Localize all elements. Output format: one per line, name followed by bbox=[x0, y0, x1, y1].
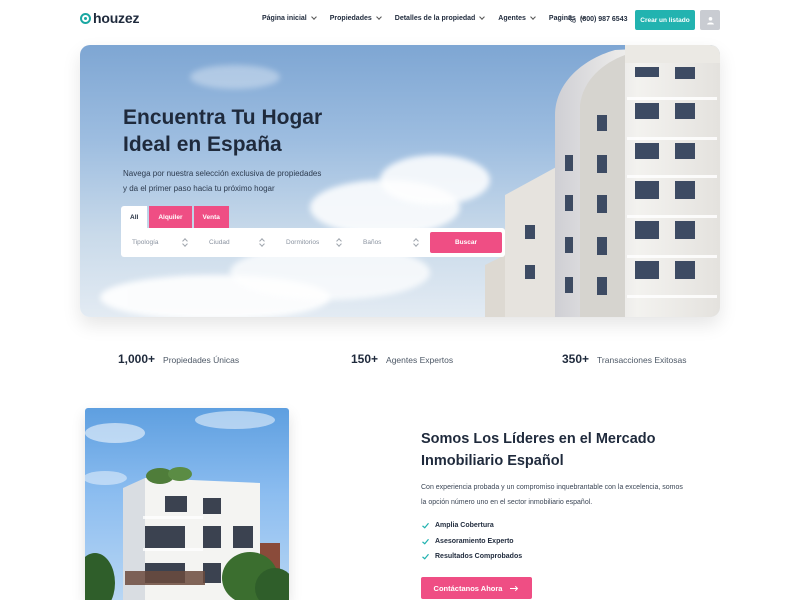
stat-properties: 1,000+ Propiedades Únicas bbox=[118, 352, 239, 366]
select-arrows-icon bbox=[337, 239, 342, 246]
about-description-line: Con experiencia probada y un compromiso … bbox=[421, 484, 683, 491]
hero-subtitle: Navega por nuestra selección exclusiva d… bbox=[123, 166, 343, 196]
arrow-right-icon bbox=[510, 585, 519, 591]
nav-label: Página inicial bbox=[262, 15, 307, 22]
select-arrows-icon bbox=[260, 239, 265, 246]
about-description-line: la opción número uno en el sector inmobi… bbox=[421, 499, 593, 506]
select-arrows-icon bbox=[414, 239, 419, 246]
nav-item-detalles[interactable]: Detalles de la propiedad bbox=[394, 14, 486, 22]
logo-mark-icon bbox=[80, 12, 91, 24]
stat-label: Propiedades Únicas bbox=[163, 355, 240, 365]
about-title-line: Inmobiliario Español bbox=[421, 453, 564, 469]
stat-label: Agentes Expertos bbox=[386, 355, 454, 365]
about-description: Con experiencia probada y un compromiso … bbox=[421, 480, 721, 510]
stat-value: 150+ bbox=[351, 352, 379, 366]
feature-item: Resultados Comprobados bbox=[421, 549, 522, 565]
hero-building-image bbox=[485, 45, 720, 317]
user-icon bbox=[706, 16, 714, 24]
nav-label: Propiedades bbox=[329, 15, 372, 22]
check-icon bbox=[422, 554, 429, 560]
search-bar: Tipología Ciudad Dormitorios Baños Busca… bbox=[121, 228, 505, 257]
hero-subtitle-line: y da el primer paso hacia tu próximo hog… bbox=[123, 184, 275, 193]
chevron-down-icon bbox=[375, 14, 382, 20]
phone-icon bbox=[568, 15, 576, 23]
tab-alquiler[interactable]: Alquiler bbox=[149, 206, 192, 228]
about-title-line: Somos Los Líderes en el Mercado bbox=[421, 431, 656, 447]
feature-list: Amplia Cobertura Asesoramiento Experto R… bbox=[421, 518, 522, 565]
contact-button[interactable]: Contáctanos Ahora bbox=[421, 577, 532, 599]
main-nav: Página inicial Propiedades Detalles de l… bbox=[262, 14, 599, 22]
stat-transactions: 350+ Transacciones Exitosas bbox=[562, 352, 686, 366]
hero-banner: Encuentra Tu Hogar Ideal en España Naveg… bbox=[80, 45, 720, 317]
field-placeholder: Baños bbox=[363, 239, 382, 246]
phone-number: (800) 987 6543 bbox=[580, 15, 628, 23]
chevron-down-icon bbox=[479, 14, 486, 20]
stat-agents: 150+ Agentes Expertos bbox=[351, 352, 453, 366]
about-title: Somos Los Líderes en el Mercado Inmobili… bbox=[421, 428, 701, 472]
field-placeholder: Dormitorios bbox=[286, 239, 320, 246]
about-building-image bbox=[85, 408, 289, 600]
feature-item: Asesoramiento Experto bbox=[421, 534, 522, 550]
user-button[interactable] bbox=[700, 10, 720, 30]
feature-label: Asesoramiento Experto bbox=[435, 537, 514, 545]
stat-label: Transacciones Exitosas bbox=[597, 355, 687, 365]
dormitorios-select[interactable]: Dormitorios bbox=[275, 228, 352, 257]
check-icon bbox=[422, 523, 429, 529]
field-placeholder: Ciudad bbox=[209, 239, 230, 246]
check-icon bbox=[422, 538, 429, 545]
contact-button-label: Contáctanos Ahora bbox=[433, 583, 503, 593]
stat-value: 1,000+ bbox=[118, 352, 156, 366]
hero-title: Encuentra Tu Hogar Ideal en España bbox=[123, 104, 383, 158]
field-placeholder: Tipología bbox=[132, 239, 159, 246]
feature-label: Resultados Comprobados bbox=[435, 553, 523, 561]
nav-item-propiedades[interactable]: Propiedades bbox=[329, 14, 382, 22]
tab-all[interactable]: All bbox=[121, 206, 148, 228]
ciudad-select[interactable]: Ciudad bbox=[198, 228, 275, 257]
search-button[interactable]: Buscar bbox=[430, 232, 502, 253]
feature-label: Amplia Cobertura bbox=[435, 522, 494, 530]
site-header: houzez Página inicial Propiedades Detall… bbox=[0, 0, 800, 40]
hero-title-line: Ideal en España bbox=[123, 133, 282, 156]
logo[interactable]: houzez bbox=[80, 10, 139, 26]
stat-value: 350+ bbox=[562, 352, 590, 366]
nav-item-agentes[interactable]: Agentes bbox=[498, 14, 536, 22]
tipologia-select[interactable]: Tipología bbox=[121, 228, 198, 257]
nav-item-inicio[interactable]: Página inicial bbox=[262, 14, 317, 22]
chevron-down-icon bbox=[310, 14, 317, 20]
hero-cloud bbox=[190, 65, 280, 89]
hero-subtitle-line: Navega por nuestra selección exclusiva d… bbox=[123, 169, 322, 178]
banos-select[interactable]: Baños bbox=[352, 228, 429, 257]
phone-link[interactable]: (800) 987 6543 bbox=[568, 15, 627, 23]
search-tabs: All Alquiler Venta bbox=[121, 206, 229, 228]
modern-building-illustration bbox=[85, 411, 289, 600]
hero-cloud bbox=[380, 155, 490, 205]
logo-text: houzez bbox=[93, 10, 140, 26]
chevron-down-icon bbox=[530, 14, 536, 20]
nav-label: Agentes bbox=[498, 15, 526, 22]
select-arrows-icon bbox=[183, 239, 188, 246]
nav-label: Detalles de la propiedad bbox=[394, 15, 476, 22]
tab-venta[interactable]: Venta bbox=[193, 206, 229, 228]
feature-item: Amplia Cobertura bbox=[421, 518, 522, 534]
hero-title-line: Encuentra Tu Hogar bbox=[123, 106, 323, 129]
create-listing-button[interactable]: Crear un listado bbox=[635, 10, 695, 30]
